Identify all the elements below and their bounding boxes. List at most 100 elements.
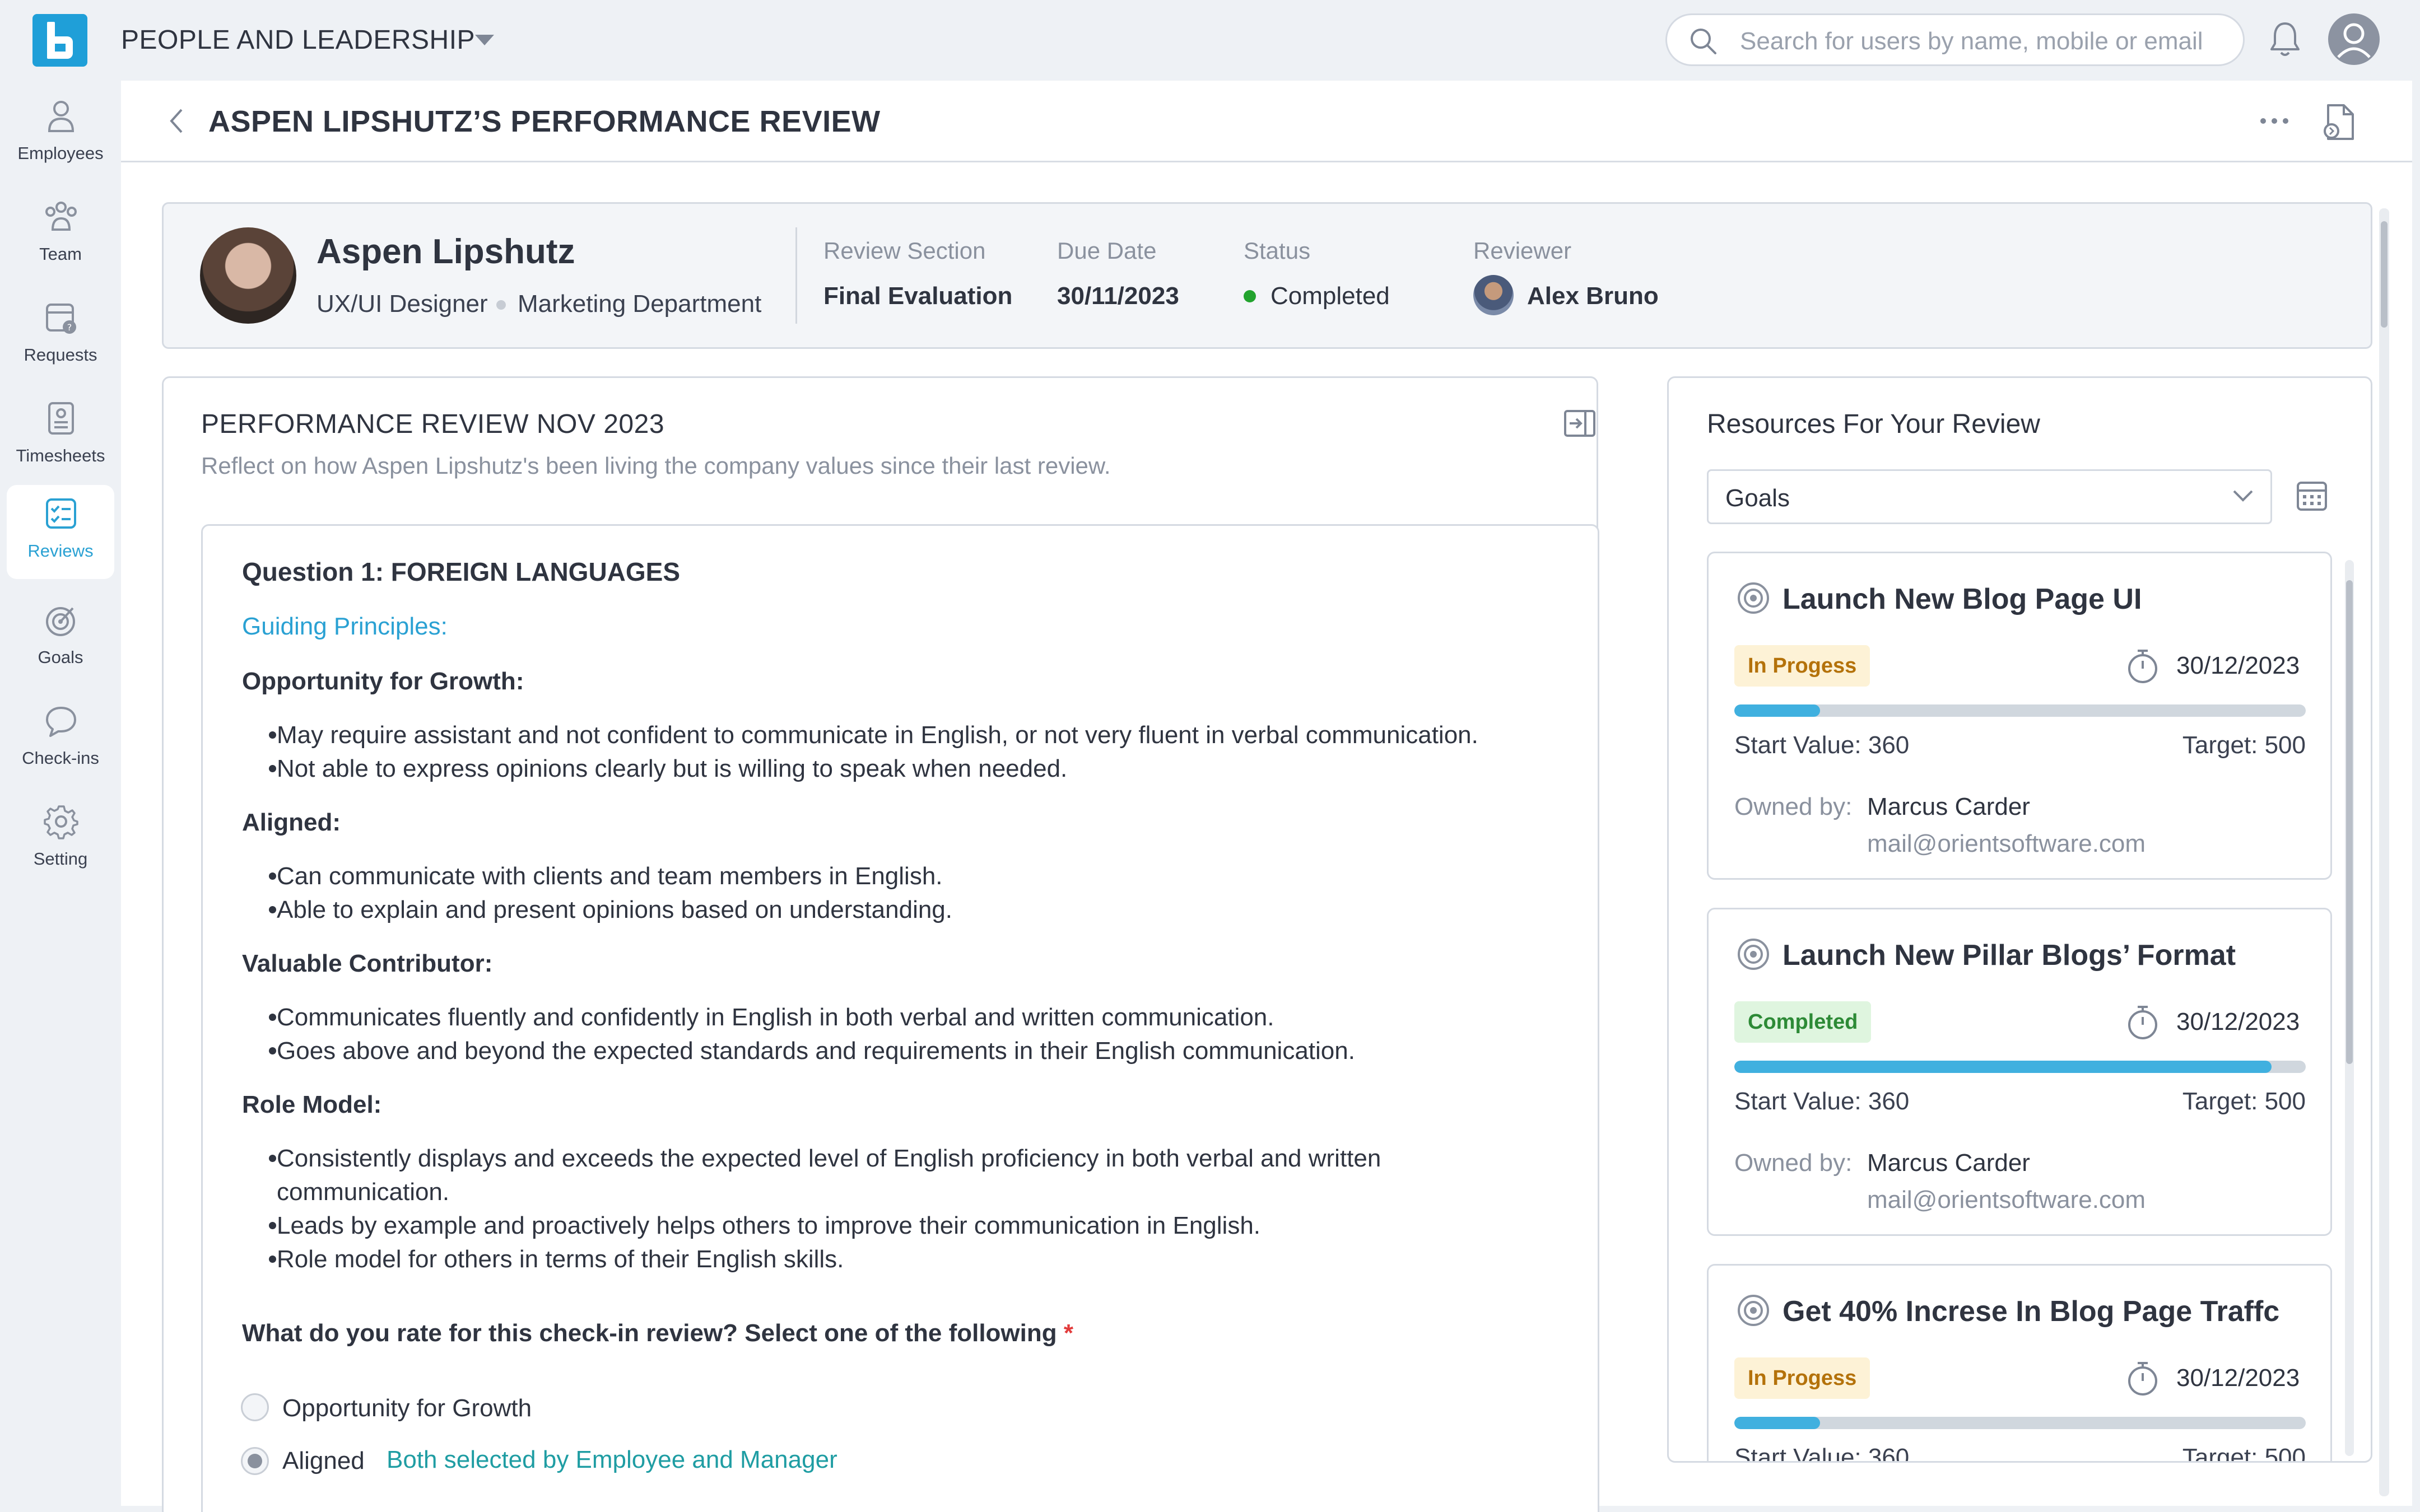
calendar-icon[interactable]	[2296, 478, 2328, 513]
sidebar-item-goals[interactable]: Goals	[7, 591, 114, 685]
collapse-panel-icon[interactable]	[1563, 409, 1597, 438]
sidebar-item-setting[interactable]: Setting	[7, 793, 114, 887]
goal-due-date: 30/12/2023	[2176, 1008, 2300, 1035]
owned-by-label: Owned by:	[1734, 1149, 1853, 1177]
due-date-label: Due Date	[1057, 237, 1157, 264]
rating-prompt: What do you rate for this check-in revie…	[242, 1319, 1073, 1347]
main-scrollbar[interactable]	[2379, 208, 2389, 1496]
section-heading: Opportunity for Growth:	[242, 668, 524, 695]
employee-profile-card	[162, 202, 2372, 349]
reviewer-label: Reviewer	[1473, 237, 1572, 264]
timer-icon	[2128, 1362, 2157, 1396]
user-avatar[interactable]	[2328, 13, 2380, 65]
radio-opportunity-for-growth[interactable]	[241, 1393, 269, 1421]
more-icon[interactable]	[2258, 110, 2291, 132]
due-date-value: 30/11/2023	[1057, 282, 1179, 310]
status-value: Completed	[1270, 282, 1390, 310]
workspace-switcher[interactable]: PEOPLE AND LEADERSHIP	[121, 25, 475, 55]
sidebar-item-label: Check-ins	[22, 748, 99, 768]
sidebar-item-label: Requests	[24, 345, 97, 365]
status-badge: In Progess	[1734, 645, 1870, 687]
sidebar-item-team[interactable]: Team	[7, 188, 114, 282]
reviewer-name[interactable]: Alex Bruno	[1527, 282, 1659, 310]
bullet-text: Communicates fluently and confidently in…	[277, 1004, 1274, 1031]
sidebar-item-employees[interactable]: Employees	[7, 87, 114, 181]
sidebar-item-label: Reviews	[27, 541, 94, 561]
goal-start-value: Start Value: 360	[1734, 731, 1910, 759]
review-title: PERFORMANCE REVIEW NOV 2023	[201, 409, 665, 439]
chevron-down-icon[interactable]	[475, 35, 494, 45]
employee-role: UX/UI Designer	[317, 290, 488, 318]
target-icon	[1738, 939, 1769, 970]
divider	[121, 161, 2412, 162]
sidebar-item-check-ins[interactable]: Check-ins	[7, 692, 114, 786]
required-mark: *	[1063, 1319, 1073, 1347]
export-file-icon[interactable]	[2323, 103, 2356, 142]
review-section-value: Final Evaluation	[823, 282, 1013, 310]
resources-title: Resources For Your Review	[1707, 409, 2040, 439]
question-title: Question 1: FOREIGN LANGUAGES	[242, 557, 681, 586]
sidebar-item-label: Goals	[38, 647, 83, 667]
goal-owner-email[interactable]: mail@orientsoftware.com	[1867, 1186, 2146, 1214]
app-logo[interactable]	[32, 14, 87, 67]
status-badge: In Progess	[1734, 1357, 1870, 1399]
sidebar-item-reviews[interactable]: Reviews	[7, 485, 114, 579]
reviews-icon	[46, 498, 76, 529]
main-scrollbar-thumb[interactable]	[2381, 221, 2388, 328]
bullet-text: Not able to express opinions clearly but…	[277, 755, 1068, 782]
bell-icon[interactable]	[2268, 20, 2302, 58]
radio-aligned[interactable]	[241, 1447, 269, 1475]
bullet-text: Able to explain and present opinions bas…	[277, 896, 953, 923]
search-placeholder: Search for users by name, mobile or emai…	[1740, 27, 2203, 55]
goal-owner: Marcus Carder	[1867, 793, 2030, 820]
divider	[795, 227, 797, 324]
search-input[interactable]: Search for users by name, mobile or emai…	[1665, 13, 2245, 66]
team-icon	[45, 202, 77, 231]
section-heading: Role Model:	[242, 1091, 382, 1118]
goal-card[interactable]: Launch New Pillar Blogs’ Format Complete…	[1707, 908, 2332, 1236]
select-value: Goals	[1725, 484, 1790, 512]
user-icon	[48, 101, 75, 132]
chat-icon	[46, 707, 76, 737]
back-arrow-icon[interactable]	[167, 106, 186, 136]
gear-icon	[44, 805, 78, 839]
section-heading: Valuable Contributor:	[242, 950, 493, 977]
goal-progress-bar	[1734, 1417, 2306, 1429]
target-icon	[46, 607, 75, 636]
goal-name: Launch New Blog Page UI	[1783, 583, 2142, 615]
page-title: ASPEN LIPSHUTZ’S PERFORMANCE REVIEW	[208, 105, 881, 138]
resources-scrollbar-thumb[interactable]	[2346, 580, 2353, 1064]
status-label: Status	[1244, 237, 1311, 264]
timer-icon	[2128, 650, 2157, 683]
bullet-text: Consistently displays and exceeds the ex…	[277, 1145, 1381, 1172]
bullet-text: Can communicate with clients and team me…	[277, 862, 943, 890]
goal-card[interactable]: Get 40% Increse In Blog Page Traffc In P…	[1707, 1264, 2332, 1461]
review-section-label: Review Section	[823, 237, 986, 264]
search-icon	[1691, 29, 1716, 54]
section-heading: Aligned:	[242, 809, 341, 836]
status-dot	[1244, 290, 1256, 302]
employee-photo	[200, 227, 296, 324]
employee-department: Marketing Department	[518, 290, 762, 318]
review-subtitle: Reflect on how Aspen Lipshutz's been liv…	[201, 452, 1111, 479]
sidebar-item-timesheets[interactable]: Timesheets	[7, 390, 114, 484]
goal-start-value: Start Value: 360	[1734, 1088, 1910, 1115]
option-label: Aligned	[282, 1447, 365, 1474]
resource-type-select[interactable]: Goals	[1707, 469, 2272, 524]
option-label: Opportunity for Growth	[282, 1394, 532, 1422]
goal-target: Target: 500	[2182, 1444, 2306, 1461]
sidebar-item-label: Team	[39, 244, 82, 264]
sidebar-item-label: Timesheets	[16, 446, 105, 465]
guiding-principles-heading: Guiding Principles:	[242, 613, 448, 640]
bullet-text: Role model for others in terms of their …	[277, 1245, 844, 1273]
employee-name: Aspen Lipshutz	[317, 232, 575, 271]
bullet-text: May require assistant and not confident …	[277, 721, 1478, 749]
sidebar-item-requests[interactable]: ? Requests	[7, 289, 114, 383]
separator-dot	[496, 300, 506, 310]
goal-target: Target: 500	[2182, 731, 2306, 759]
goal-due-date: 30/12/2023	[2176, 652, 2300, 679]
timesheets-icon	[48, 402, 74, 435]
status-badge: Completed	[1734, 1001, 1872, 1043]
goal-owner-email[interactable]: mail@orientsoftware.com	[1867, 830, 2146, 858]
goal-card[interactable]: Launch New Blog Page UI In Progess 30/12…	[1707, 552, 2332, 880]
